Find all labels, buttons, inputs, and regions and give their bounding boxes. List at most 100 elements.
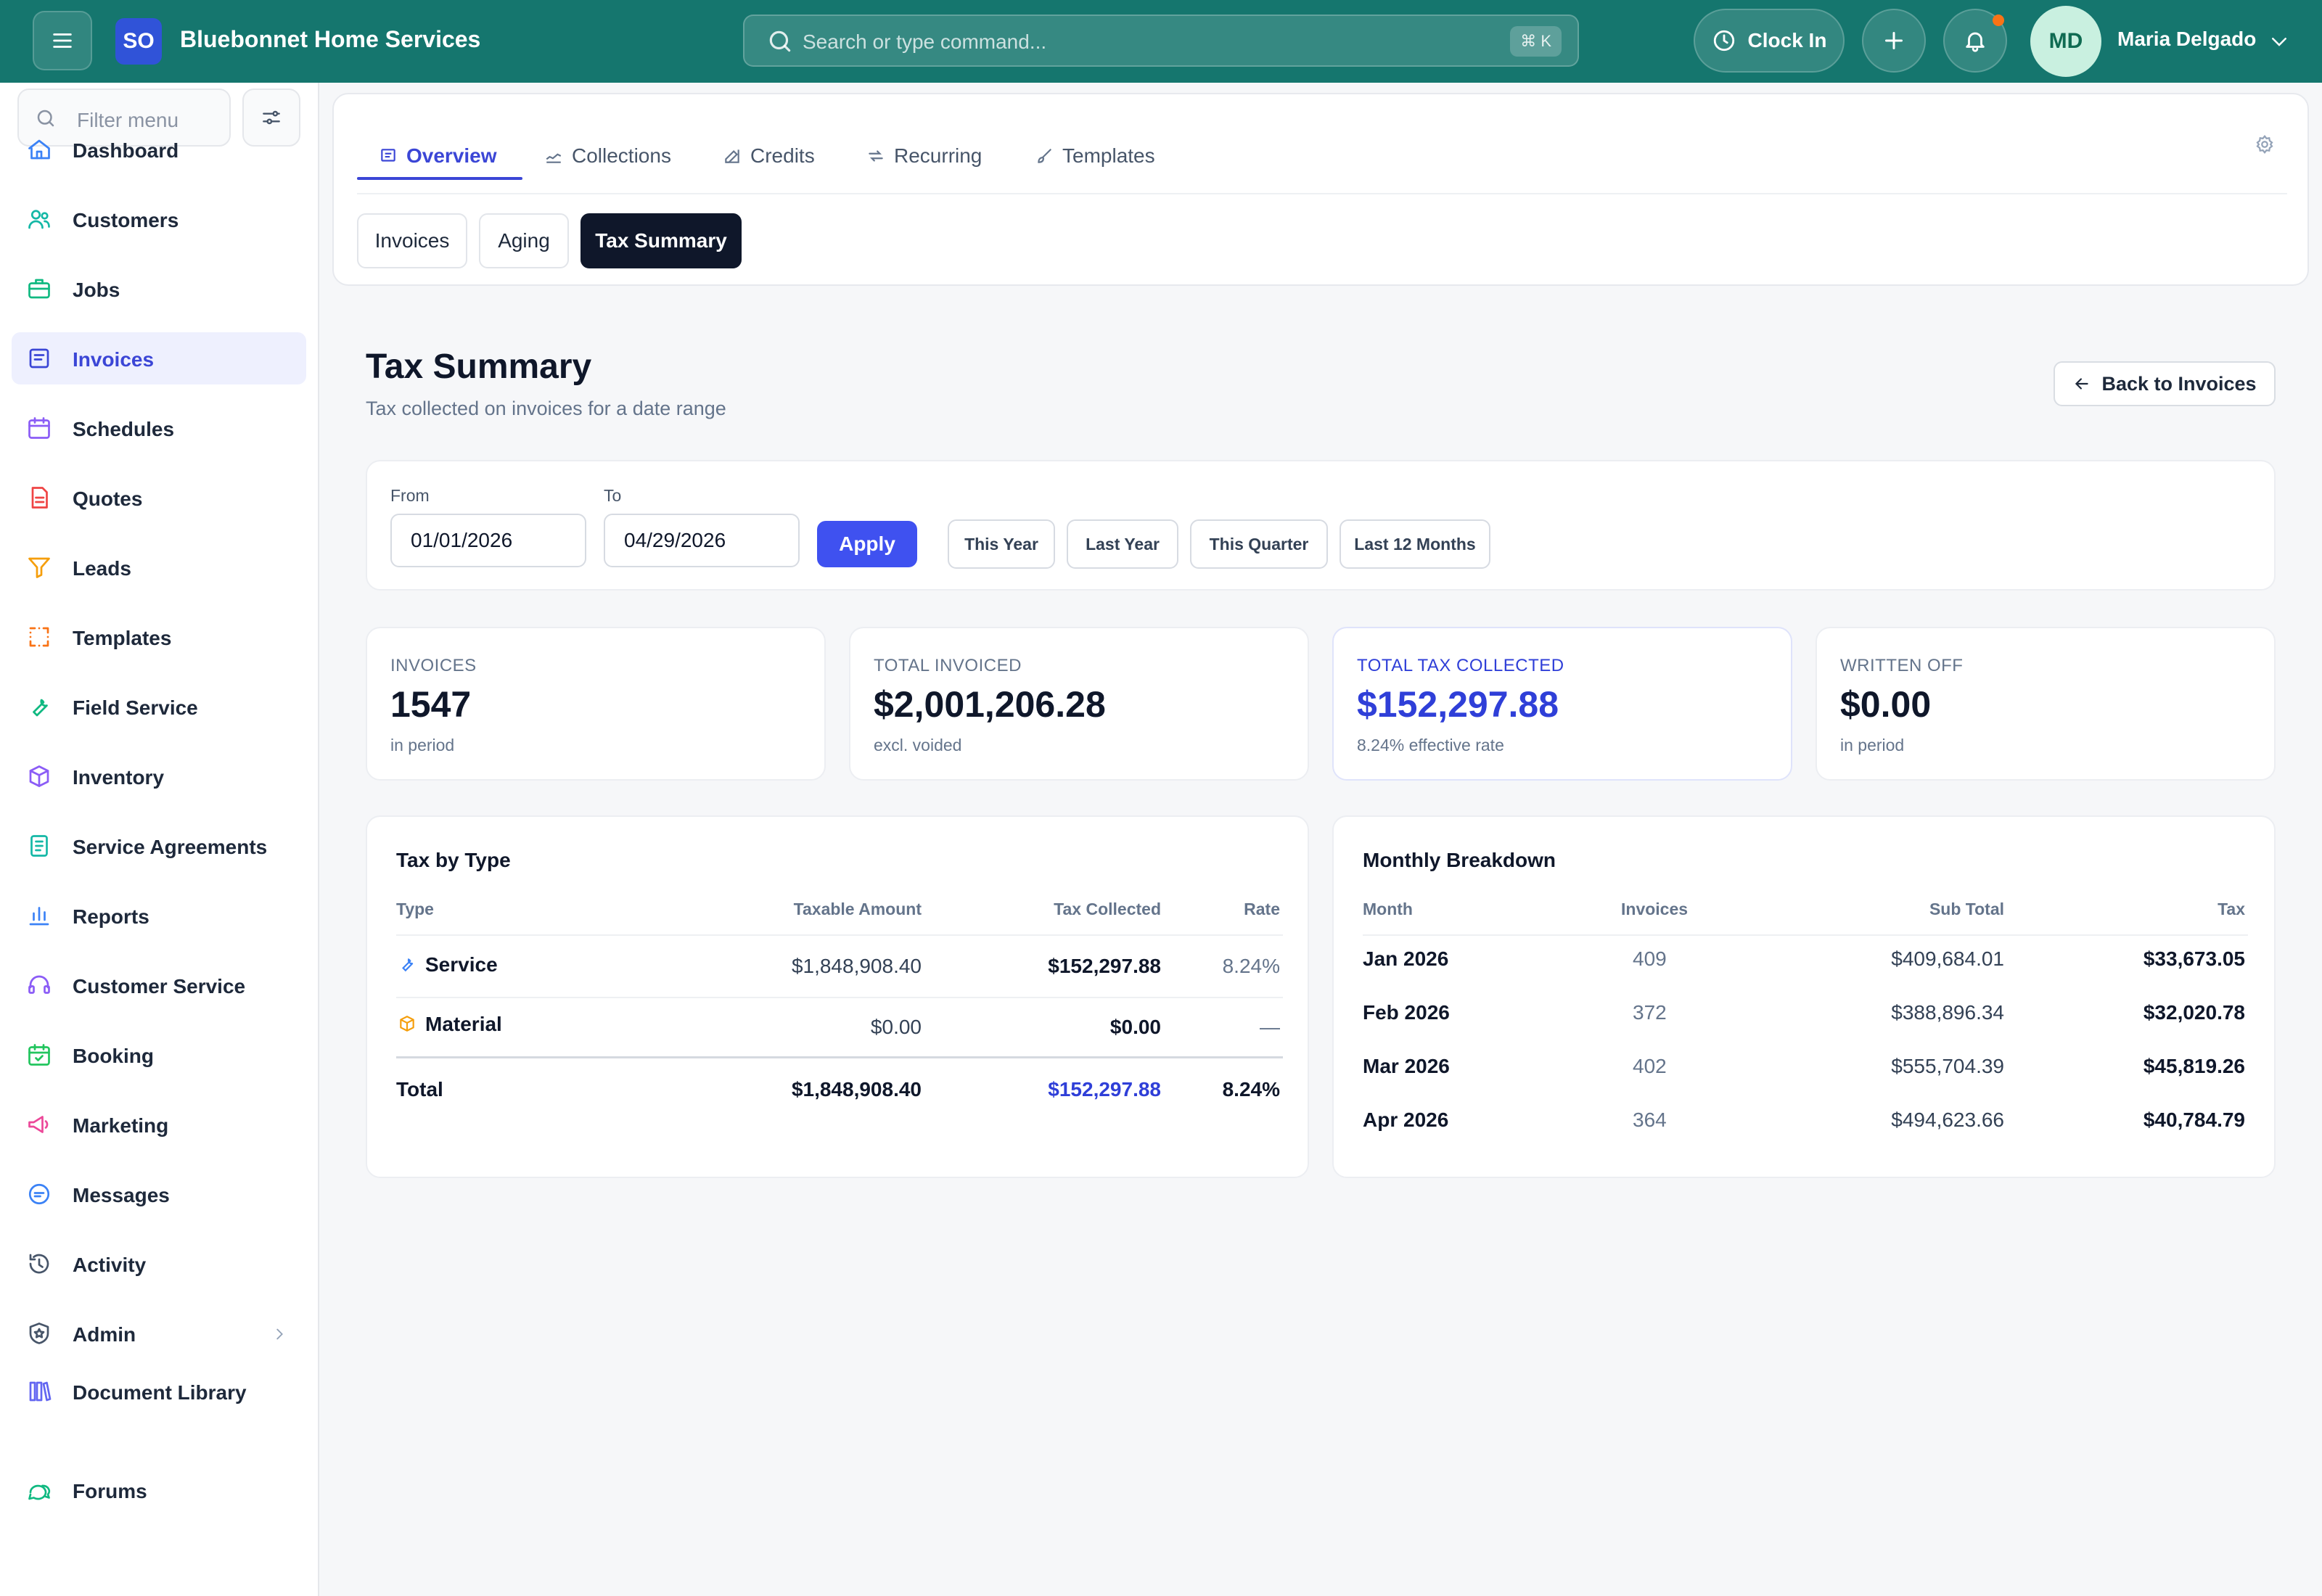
tab-collections[interactable]: Collections [544,131,671,181]
chevron-down-icon[interactable] [2268,30,2290,52]
sidebar-item-invoices[interactable]: Invoices [12,332,306,384]
gear-icon[interactable] [2254,133,2276,155]
chevron-right-icon[interactable] [271,1326,287,1342]
box-icon [400,1016,414,1032]
column-header: Sub Total [1929,900,2004,918]
sidebar-item-activity[interactable]: Activity [12,1238,306,1290]
total-taxable: $1,848,908.40 [791,1078,922,1101]
tabs-card: Overview Collections Credits Recurring T… [332,93,2309,286]
tab-label: Overview [406,144,497,167]
command-search[interactable]: Search or type command... ⌘ K [743,15,1579,67]
user-name[interactable]: Maria Delgado [2117,28,2256,51]
month-label: Jan 2026 [1363,947,1449,970]
top-bar: SO Bluebonnet Home Services Search or ty… [0,0,2322,83]
clock-in-button[interactable]: Clock In [1694,9,1845,73]
sidebar-item-messages[interactable]: Messages [12,1168,306,1220]
panel-title: Tax by Type [396,849,511,871]
active-tab-indicator [357,177,522,180]
sidebar-item-jobs[interactable]: Jobs [12,263,306,315]
brush-icon [1038,149,1051,163]
sidebar-item-service-agreements[interactable]: Service Agreements [12,820,306,872]
create-new-button[interactable] [1862,9,1926,73]
total-tax: $152,297.88 [1048,1078,1161,1101]
panel-title: Monthly Breakdown [1363,849,1556,871]
from-date-input[interactable]: 01/01/2026 [390,514,586,567]
sidebar-item-field-service[interactable]: Field Service [12,680,306,733]
clock-in-label: Clock In [1747,29,1827,52]
box-icon [29,765,49,787]
stat-label: TOTAL TAX COLLECTED [1357,656,1564,675]
menu-toggle-button[interactable] [33,11,92,70]
tab-credits[interactable]: Credits [723,131,815,181]
sidebar-item-label: Document Library [73,1381,247,1404]
stat-label: INVOICES [390,656,477,675]
sidebar-item-leads[interactable]: Leads [12,541,306,593]
app-name[interactable]: Bluebonnet Home Services [180,26,480,53]
column-header: Tax Collected [1054,900,1161,918]
to-date-input[interactable]: 04/29/2026 [604,514,800,567]
app-logo[interactable]: SO [115,18,162,65]
sidebar-item-label: Quotes [73,488,143,510]
notification-dot [1993,15,2004,26]
tax-type-name: Material [425,1013,502,1035]
tab-recurring[interactable]: Recurring [866,131,982,181]
taxable-amount: $1,848,908.40 [791,955,922,977]
tab-label: Collections [572,144,671,167]
invoice-count: 402 [1633,1055,1667,1077]
month-label: Apr 2026 [1363,1108,1449,1131]
tab-label: Recurring [894,144,982,167]
sidebar-item-label: Reports [73,905,149,928]
sidebar-item-quotes[interactable]: Quotes [12,472,306,524]
search-input[interactable]: Search or type command... [803,30,1046,54]
sidebar-item-marketing[interactable]: Marketing [12,1098,306,1151]
subtab-invoices[interactable]: Invoices [357,213,467,268]
calendar-icon [28,417,50,439]
sidebar-item-schedules[interactable]: Schedules [12,402,306,454]
wrench-icon [402,958,414,972]
sidebar-item-booking[interactable]: Booking [12,1029,306,1081]
apply-button[interactable]: Apply [817,521,917,567]
stat-value: $152,297.88 [1357,684,1559,725]
tab-templates[interactable]: Templates [1035,131,1155,181]
edit-icon [725,149,739,163]
column-header: Rate [1244,900,1280,918]
row-divider [396,997,1283,998]
sidebar-item-label: Forums [73,1480,147,1502]
stat-note: 8.24% effective rate [1357,736,1504,754]
plus-icon [1885,32,1903,49]
sidebar-item-document-library[interactable]: Document Library [12,1365,306,1418]
back-label: Back to Invoices [2101,372,2257,395]
sidebar-item-customers[interactable]: Customers [12,193,306,245]
shield-icon [29,1323,49,1344]
sidebar-item-label: Customer Service [73,975,246,998]
preset-last-12-months[interactable]: Last 12 Months [1340,519,1490,569]
avatar[interactable]: MD [2030,6,2101,77]
subtab-aging[interactable]: Aging [479,213,569,268]
headset-icon [28,975,50,994]
sidebar-item-forums[interactable]: Forums [12,1464,306,1516]
tax-rate: — [1260,1016,1280,1038]
column-header: Month [1363,900,1413,918]
tab-overview[interactable]: Overview [379,131,497,181]
tax-collected: $152,297.88 [1048,955,1161,977]
arrow-left-icon [2075,378,2089,390]
preset-this-year[interactable]: This Year [948,519,1055,569]
preset-last-year[interactable]: Last Year [1067,519,1178,569]
to-label: To [604,486,622,505]
month-label: Mar 2026 [1363,1055,1450,1077]
sidebar-item-templates[interactable]: Templates [12,611,306,663]
preset-this-quarter[interactable]: This Quarter [1190,519,1328,569]
sidebar-item-reports[interactable]: Reports [12,889,306,942]
sidebar-item-dashboard[interactable]: Dashboard [12,123,306,176]
sidebar-item-label: Admin [73,1323,136,1346]
back-to-invoices-button[interactable]: Back to Invoices [2054,361,2276,406]
sidebar-item-admin[interactable]: Admin [12,1307,306,1360]
header-divider [396,934,1283,936]
sidebar-item-customer-service[interactable]: Customer Service [12,959,306,1011]
briefcase-icon [28,279,50,299]
clock-icon [1713,30,1734,52]
tax-rate: 8.24% [1222,955,1280,977]
sidebar-item-label: Templates [73,627,172,649]
subtab-tax-summary[interactable]: Tax Summary [580,213,742,268]
sidebar-item-inventory[interactable]: Inventory [12,750,306,802]
